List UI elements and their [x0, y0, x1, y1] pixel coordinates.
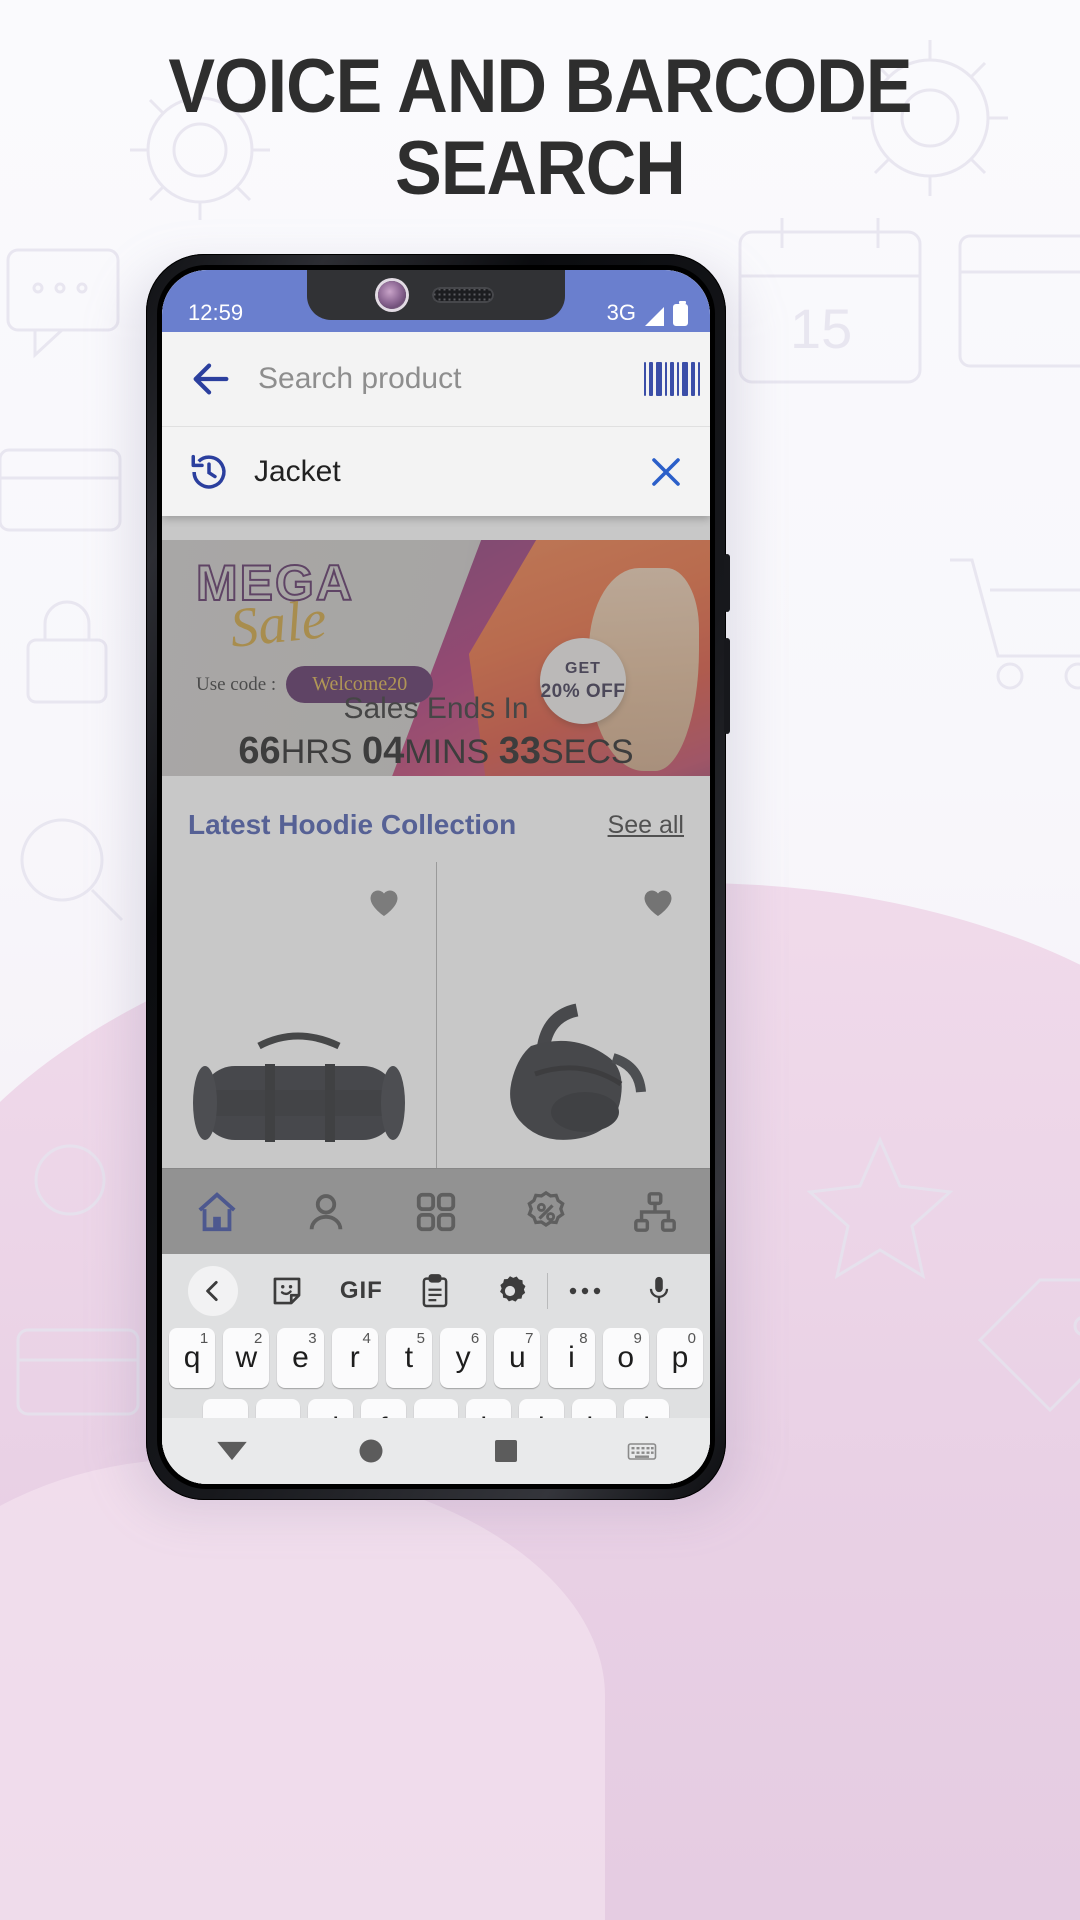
gif-label: GIF — [339, 1277, 383, 1304]
key-num: 0 — [687, 1330, 697, 1347]
phone-frame: 12:59 3G MEGA Sale Use code: Welcome20 … — [146, 254, 730, 1500]
home-circle-icon[interactable] — [356, 1436, 386, 1466]
front-camera-icon — [378, 281, 406, 309]
key-p[interactable]: 0p — [656, 1328, 704, 1388]
clipboard-icon — [423, 1274, 448, 1308]
page-title: VOICE AND BARCODE SEARCH — [43, 44, 1037, 212]
page-title-line2: SEARCH — [395, 126, 686, 212]
gif-button[interactable]: GIF — [324, 1277, 398, 1305]
suggestion-label: Jacket — [254, 454, 341, 488]
recents-square-icon[interactable] — [492, 1437, 520, 1465]
key-num: 2 — [254, 1330, 263, 1347]
key-o[interactable]: 9o — [602, 1328, 649, 1388]
status-indicators: 3G — [607, 300, 688, 326]
sticker-button[interactable] — [250, 1274, 324, 1308]
key-w[interactable]: 2w — [223, 1328, 270, 1388]
key-r[interactable]: 4r — [331, 1328, 378, 1388]
phone-bezel: 12:59 3G MEGA Sale Use code: Welcome20 … — [157, 265, 715, 1489]
phone-notch — [307, 270, 565, 320]
clipboard-button[interactable] — [398, 1274, 472, 1308]
search-suggestion-row[interactable]: Jacket — [162, 426, 710, 516]
earpiece-speaker — [432, 287, 494, 303]
keyboard-icon[interactable] — [627, 1440, 657, 1462]
key-label: q — [183, 1341, 201, 1374]
search-bar — [162, 332, 710, 426]
key-label: y — [455, 1341, 471, 1374]
key-q[interactable]: 1q — [168, 1328, 216, 1388]
close-icon[interactable] — [648, 454, 684, 490]
android-navigation-bar — [162, 1418, 710, 1484]
key-num: 9 — [633, 1330, 642, 1347]
battery-icon — [673, 301, 688, 326]
key-label: i — [568, 1341, 575, 1374]
search-input[interactable] — [258, 362, 644, 396]
key-num: 7 — [525, 1330, 534, 1347]
back-triangle-icon[interactable] — [215, 1438, 249, 1464]
signal-strength-icon — [645, 307, 664, 326]
back-arrow-icon[interactable] — [188, 356, 234, 402]
key-num: 4 — [362, 1330, 371, 1347]
search-panel: Jacket — [162, 332, 710, 516]
key-num: 1 — [199, 1330, 209, 1347]
key-t[interactable]: 5t — [385, 1328, 432, 1388]
network-type-label: 3G — [606, 300, 636, 325]
settings-gear-icon — [499, 1276, 526, 1302]
key-num: 5 — [416, 1330, 425, 1347]
sticker-icon — [273, 1277, 301, 1305]
chevron-left-icon — [206, 1280, 218, 1302]
key-num: 3 — [308, 1330, 317, 1347]
status-time: 12:59 — [188, 300, 244, 325]
key-label: o — [617, 1341, 635, 1374]
key-label: p — [671, 1341, 689, 1374]
settings-button[interactable] — [473, 1274, 547, 1308]
keyboard-row-1: 1q 2w 3e 4r 5t 6y 7u 8i 9o 0p — [162, 1328, 710, 1388]
more-options-button[interactable] — [548, 1285, 622, 1297]
key-label: u — [508, 1341, 526, 1374]
history-icon — [191, 454, 226, 489]
key-label: t — [404, 1341, 414, 1374]
phone-mockup: 12:59 3G MEGA Sale Use code: Welcome20 … — [128, 254, 744, 1514]
keyboard-mic-button[interactable] — [622, 1274, 696, 1308]
page-title-line1: VOICE AND BARCODE — [168, 44, 912, 129]
key-num: 8 — [579, 1330, 588, 1347]
keyboard-toolbar: GIF — [162, 1254, 710, 1328]
microphone-icon — [649, 1276, 669, 1303]
key-u[interactable]: 7u — [494, 1328, 541, 1388]
power-button[interactable] — [724, 554, 730, 612]
key-num: 6 — [470, 1330, 480, 1347]
key-label: r — [349, 1341, 360, 1374]
phone-screen: 12:59 3G MEGA Sale Use code: Welcome20 … — [162, 270, 710, 1484]
volume-button[interactable] — [724, 638, 730, 734]
keyboard-back-button[interactable] — [176, 1266, 250, 1316]
svg-text:15: 15 — [790, 297, 852, 360]
virtual-keyboard: GIF 1 q 2 w 3 e 4 r 5 t 6 y 7 u 8 i 9 o … — [162, 1254, 710, 1484]
key-e[interactable]: 3e — [277, 1328, 324, 1388]
key-label: e — [292, 1341, 309, 1374]
key-i[interactable]: 8i — [548, 1328, 595, 1388]
key-y[interactable]: 6y — [440, 1328, 487, 1388]
barcode-icon[interactable] — [644, 362, 700, 396]
overflow-dots-icon — [569, 1287, 600, 1295]
